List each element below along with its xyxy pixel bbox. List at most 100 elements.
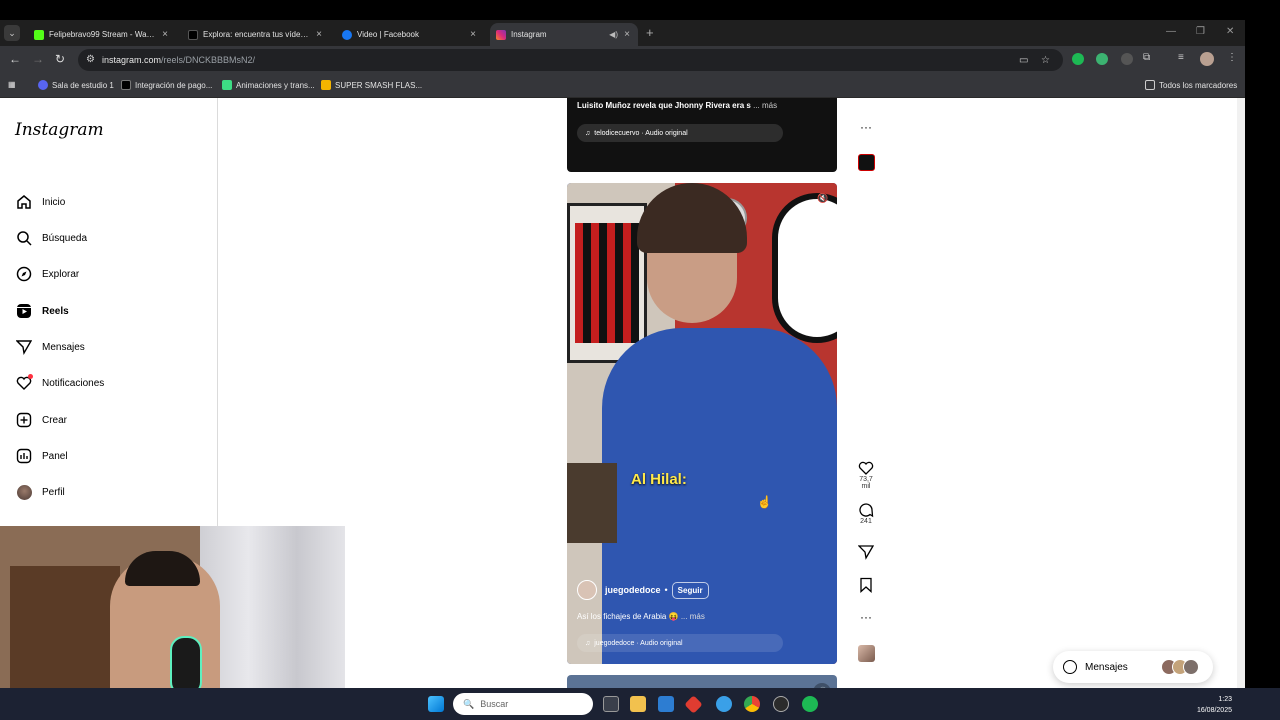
nav-label: Inicio (42, 196, 66, 208)
mouse-cursor-icon: ☝ (757, 495, 772, 509)
close-tab-icon[interactable]: × (314, 29, 324, 40)
chrome-icon[interactable] (744, 696, 760, 712)
bookmark-item[interactable]: SUPER SMASH FLAS... (321, 80, 422, 90)
nav-label: Mensajes (42, 341, 85, 353)
search-icon: 🔍 (463, 698, 475, 709)
reel-caption[interactable]: Así los fichajes de Arabia 😝 ... más (577, 612, 705, 621)
previous-reel[interactable]: Luisito Muñoz revela que Jhonny Rivera e… (567, 98, 837, 172)
nav-item-panel[interactable]: Panel (15, 446, 68, 466)
save-button[interactable] (855, 577, 877, 593)
audio-thumbnail[interactable] (855, 645, 877, 664)
apps-grid-icon[interactable]: ▦ (8, 80, 16, 89)
close-tab-icon[interactable]: × (622, 29, 632, 40)
restore-icon[interactable]: ❐ (1196, 26, 1205, 37)
author-avatar[interactable] (577, 580, 597, 600)
audio-thumbnail[interactable] (855, 154, 877, 173)
bookmark-star-icon[interactable]: ☆ (1041, 55, 1050, 66)
message-avatars (1161, 659, 1199, 675)
windows-start-icon[interactable] (428, 696, 444, 712)
follow-button[interactable]: Seguir (671, 581, 709, 599)
nav-item-mensajes[interactable]: Mensajes (15, 337, 85, 357)
bookmark-label: Animaciones y trans... (236, 80, 315, 90)
close-window-icon[interactable]: ✕ (1226, 26, 1234, 37)
chart-icon (15, 447, 33, 465)
nav-item-perfil[interactable]: Perfil (15, 482, 65, 502)
share-button[interactable] (855, 544, 877, 560)
instagram-logo[interactable]: Instagram (15, 120, 104, 140)
tab-instagram[interactable]: Instagram ◀) × (490, 23, 638, 46)
nav-item-crear[interactable]: Crear (15, 410, 67, 430)
current-reel[interactable]: Al Hilal: 🔇 juegodedoce • Seguir Así los… (567, 183, 837, 664)
app-blue-icon[interactable] (716, 696, 732, 712)
bookmarks-bar: ▦ Sala de estudio 1 Integración de pago.… (0, 74, 1245, 98)
like-button[interactable]: 73,7 mil (855, 460, 877, 490)
system-clock[interactable]: 1:23 16/08/2025 (1197, 694, 1232, 716)
messenger-icon (1063, 660, 1077, 674)
comment-count: 241 (860, 518, 872, 525)
more-options-icon[interactable]: ··· (855, 610, 877, 624)
minimize-icon[interactable]: — (1166, 26, 1176, 37)
store-icon[interactable] (658, 696, 674, 712)
grammarly-icon[interactable] (1096, 53, 1108, 65)
messages-button[interactable]: Mensajes (1053, 651, 1213, 683)
file-explorer-icon[interactable] (630, 696, 646, 712)
app-red-diamond-icon[interactable] (684, 695, 703, 714)
close-tab-icon[interactable]: × (160, 29, 170, 40)
tab-tiktok[interactable]: Explora: encuentra tus vídeos fa × (182, 23, 330, 46)
notification-dot (28, 374, 33, 379)
tab-kick[interactable]: Felipebravo99 Stream - Watch L × (28, 23, 176, 46)
music-note-icon: ♫ (585, 129, 591, 137)
forward-button[interactable]: → (32, 52, 44, 66)
task-view-icon[interactable] (603, 696, 619, 712)
nav-item-busqueda[interactable]: Búsqueda (15, 228, 87, 248)
separator-dot: • (664, 585, 668, 595)
next-reel[interactable]: 🔊 (567, 675, 837, 688)
previous-reel-audio[interactable]: ♫ telodicecuervo · Audio original (577, 124, 783, 142)
bookmark-icon (860, 577, 872, 593)
bookmark-label: Sala de estudio 1 (52, 80, 114, 90)
reel-audio[interactable]: ♫ juegodedoce · Audio original (577, 634, 783, 652)
extensions-puzzle-icon[interactable]: ⧉ (1143, 52, 1150, 63)
taskbar-search-placeholder: Buscar (480, 699, 509, 709)
extension-icon[interactable] (1072, 53, 1084, 65)
nav-item-reels[interactable]: Reels (15, 301, 69, 321)
reel-overlay-text: Al Hilal: (631, 471, 687, 488)
media-control-icon[interactable]: ≡ (1178, 52, 1184, 63)
tab-search-button[interactable]: ⌄ (4, 25, 20, 41)
obs-icon[interactable] (773, 696, 789, 712)
comment-button[interactable]: 241 (855, 502, 877, 525)
author-username[interactable]: juegodedoce (605, 585, 661, 595)
site-info-icon[interactable]: ⚙ (86, 54, 95, 65)
bookmark-item[interactable]: Integración de pago... (121, 80, 212, 90)
bookmark-item[interactable]: Animaciones y trans... (222, 80, 315, 90)
nav-label: Reels (42, 305, 69, 317)
tab-facebook[interactable]: Video | Facebook × (336, 23, 484, 46)
speaker-icon[interactable]: ◀) (609, 30, 618, 39)
send-icon (858, 545, 874, 560)
bookmark-item[interactable]: Sala de estudio 1 (38, 80, 114, 90)
new-tab-button[interactable]: + (646, 25, 654, 40)
spotify-icon[interactable] (802, 696, 818, 712)
profile-avatar[interactable] (1200, 52, 1214, 66)
tab-title: Explora: encuentra tus vídeos fa (203, 30, 310, 39)
reload-button[interactable]: ↻ (55, 52, 65, 66)
menu-kebab-icon[interactable]: ⋮ (1227, 52, 1237, 63)
page-scrollbar[interactable] (1237, 98, 1245, 688)
taskbar-search[interactable]: 🔍 Buscar (453, 693, 593, 715)
all-bookmarks-folder[interactable]: Todos los marcadores (1145, 80, 1237, 90)
address-bar[interactable]: ⚙ instagram.com/reels/DNCKBBBMsN2/ ▭ ☆ (78, 49, 1063, 71)
music-note-icon: ♫ (585, 639, 591, 647)
nav-item-notificaciones[interactable]: Notificaciones (15, 373, 104, 393)
back-button[interactable]: ← (9, 52, 21, 66)
person-hair (637, 183, 747, 253)
more-options-icon[interactable]: ··· (855, 120, 877, 134)
nav-item-inicio[interactable]: Inicio (15, 192, 65, 212)
cast-icon[interactable]: ▭ (1019, 55, 1028, 66)
nav-item-explorar[interactable]: Explorar (15, 264, 79, 284)
nav-label: Búsqueda (42, 232, 88, 244)
desk (567, 463, 617, 543)
extension-off-icon[interactable] (1121, 53, 1133, 65)
close-tab-icon[interactable]: × (468, 29, 478, 40)
audio-label: juegodedoce · Audio original (594, 639, 683, 647)
mute-icon[interactable]: 🔇 (817, 193, 828, 204)
